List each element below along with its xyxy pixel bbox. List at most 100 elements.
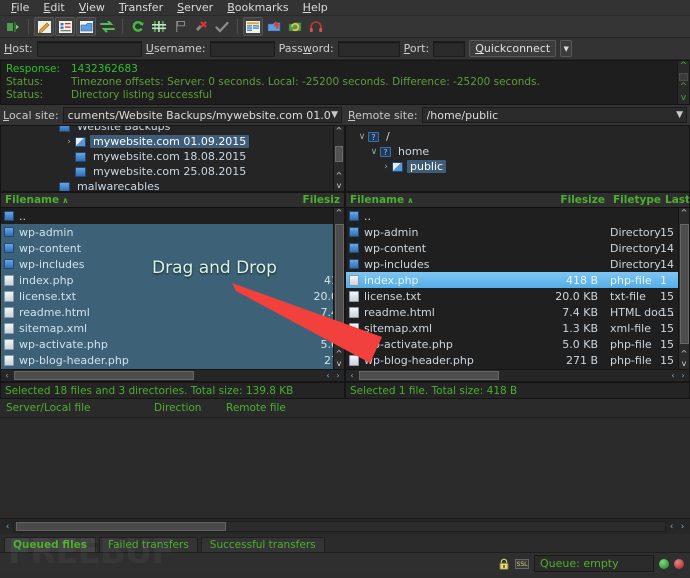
username-input[interactable] [210,41,275,57]
reconnect-icon[interactable] [212,17,232,36]
menu-item-bookmarks[interactable]: Bookmarks [220,0,295,15]
certificate-icon[interactable]: SSL [515,559,529,569]
scroll-up-icon[interactable]: ^ [681,349,688,359]
collapse-chevron-icon[interactable]: ∨ [356,132,368,142]
queue-column-serverlocal[interactable]: Server/Local file [0,402,148,414]
queue-column-direction[interactable]: Direction [148,402,220,414]
scroll-left-icon[interactable]: ‹ [668,371,678,380]
tree-item[interactable]: mywebsite.com 25.08.2015 [1,164,344,179]
remote-directory-tree[interactable]: ∨ ? / ∨ ? home › public [345,125,690,192]
scroll-up-icon[interactable]: ^ [336,171,343,181]
local-directory-tree[interactable]: Website Backups › mywebsite.com 01.09.20… [0,125,345,192]
table-row[interactable]: license.txt 20.0 KB txt-file 15 [346,288,689,304]
scrollbar-thumb[interactable] [680,224,689,344]
table-row[interactable]: .. [1,208,344,224]
tree-item[interactable]: Website Backups [1,125,344,134]
table-row[interactable]: wp-activate.php 5.0 KB php-file 15 [346,336,689,352]
compare-directories-icon[interactable] [264,17,284,36]
scroll-right-icon[interactable]: › [678,371,688,380]
expand-chevron-icon[interactable]: › [380,162,392,172]
scroll-up-icon[interactable]: ^ [336,349,343,359]
tree-item[interactable]: › mywebsite.com 01.09.2015 [1,134,344,149]
lock-icon[interactable] [497,557,510,570]
table-row[interactable]: index.php 41 [1,272,344,288]
local-tree-scrollbar[interactable]: ^ ^ v [333,126,344,191]
scroll-left-icon[interactable]: ‹ [2,371,12,380]
scroll-up-icon[interactable]: ^ [336,126,343,136]
message-log-scrollbar[interactable]: ^ ^ v [677,61,689,104]
scrollbar-thumb[interactable] [16,522,226,531]
port-input[interactable] [433,41,465,57]
table-row[interactable]: wp-admin [1,224,344,240]
search-remote-files-icon[interactable] [306,17,326,36]
scrollbar-track[interactable] [12,371,323,380]
local-list-vscrollbar[interactable]: ^ ^ v [333,208,344,369]
remote-file-list[interactable]: Filename∧ Filesize Filetype Last .. wp-a… [345,192,690,382]
tree-item[interactable]: ∨ ? home [346,144,689,159]
tree-item[interactable]: malwarecables [1,179,344,192]
scroll-right-icon[interactable]: › [333,371,343,380]
tree-item[interactable]: mywebsite.com 18.08.2015 [1,149,344,164]
toggle-remote-tree-icon[interactable] [76,17,96,36]
scroll-left-icon[interactable]: ‹ [2,522,13,532]
table-row[interactable]: wp-blog-header.php 271 B php-file 15 [346,352,689,368]
tab-failed-transfers[interactable]: Failed transfers [99,537,198,552]
refresh-icon[interactable] [128,17,148,36]
scroll-down-icon[interactable]: v [337,181,342,191]
column-header-filename[interactable]: Filename∧ [346,194,551,206]
menu-item-help[interactable]: Help [296,0,335,15]
collapse-chevron-icon[interactable]: ∨ [368,147,380,157]
scroll-left-icon[interactable]: ‹ [323,371,333,380]
scrollbar-thumb[interactable] [14,371,194,380]
scrollbar-thumb[interactable] [335,146,343,162]
table-row[interactable]: index.php 418 B php-file 1 [346,272,689,288]
menu-item-server[interactable]: Server [170,0,220,15]
scroll-left-icon[interactable]: ‹ [666,522,677,532]
scrollbar-track[interactable] [357,371,668,380]
queue-hscrollbar[interactable]: ‹ ‹ › [0,518,690,534]
table-row[interactable]: wp-activate.php 5.0 [1,336,344,352]
scroll-left-icon[interactable]: ‹ [347,371,357,380]
table-row[interactable]: wp-includes [1,256,344,272]
chevron-down-icon[interactable]: ▼ [331,110,338,120]
scroll-up-icon[interactable]: ^ [681,208,688,218]
scroll-down-icon[interactable]: v [681,93,686,104]
column-header-filetype[interactable]: Filetype [609,194,661,206]
tab-successful-transfers[interactable]: Successful transfers [201,537,325,552]
tab-queued-files[interactable]: Queued files [4,537,96,552]
host-input[interactable] [37,41,142,57]
toggle-transfer-queue-icon[interactable] [97,17,117,36]
column-header-filesize[interactable]: Filesiz [291,194,344,206]
tree-item[interactable]: › public [346,159,689,174]
table-row[interactable]: wp-includes Directory 14 [346,256,689,272]
local-list-hscrollbar[interactable]: ‹ ‹ › [1,369,344,381]
table-row[interactable]: wp-admin Directory 15 [346,224,689,240]
scroll-up-icon[interactable]: ^ [336,208,343,218]
expand-chevron-icon[interactable]: › [63,137,75,147]
table-row[interactable]: wp-content [1,240,344,256]
column-header-filename[interactable]: Filename∧ [1,194,291,206]
scroll-down-icon[interactable]: v [337,359,342,369]
queue-list[interactable] [0,418,690,518]
scroll-up-icon[interactable]: ^ [680,61,688,72]
menu-item-view[interactable]: View [72,0,112,15]
scroll-down-icon[interactable]: v [682,359,687,369]
table-row[interactable]: wp-content Directory 14 [346,240,689,256]
scroll-right-icon[interactable]: › [677,522,688,532]
menu-item-file[interactable]: FFileile [4,0,36,15]
scrollbar-thumb[interactable] [335,224,344,344]
table-row[interactable]: readme.html 7.4 [1,304,344,320]
table-row[interactable]: readme.html 7.4 KB HTML doc... 15 [346,304,689,320]
column-header-lastmodified[interactable]: Last [661,194,689,206]
table-row[interactable]: sitemap.xml 1.3 KB xml-file 15 [346,320,689,336]
menu-item-edit[interactable]: Edit [36,0,71,15]
scroll-up-icon[interactable]: ^ [680,82,688,93]
synchronized-browsing-icon[interactable] [285,17,305,36]
remote-list-vscrollbar[interactable]: ^ ^ v [678,208,689,369]
remote-list-hscrollbar[interactable]: ‹ ‹ › [346,369,689,381]
chevron-down-icon[interactable]: ▼ [676,110,683,120]
tree-item[interactable]: ∨ ? / [346,129,689,144]
toggle-local-tree-icon[interactable] [55,17,75,36]
quickconnect-dropdown-icon[interactable]: ▼ [560,40,572,57]
table-row[interactable]: sitemap.xml [1,320,344,336]
